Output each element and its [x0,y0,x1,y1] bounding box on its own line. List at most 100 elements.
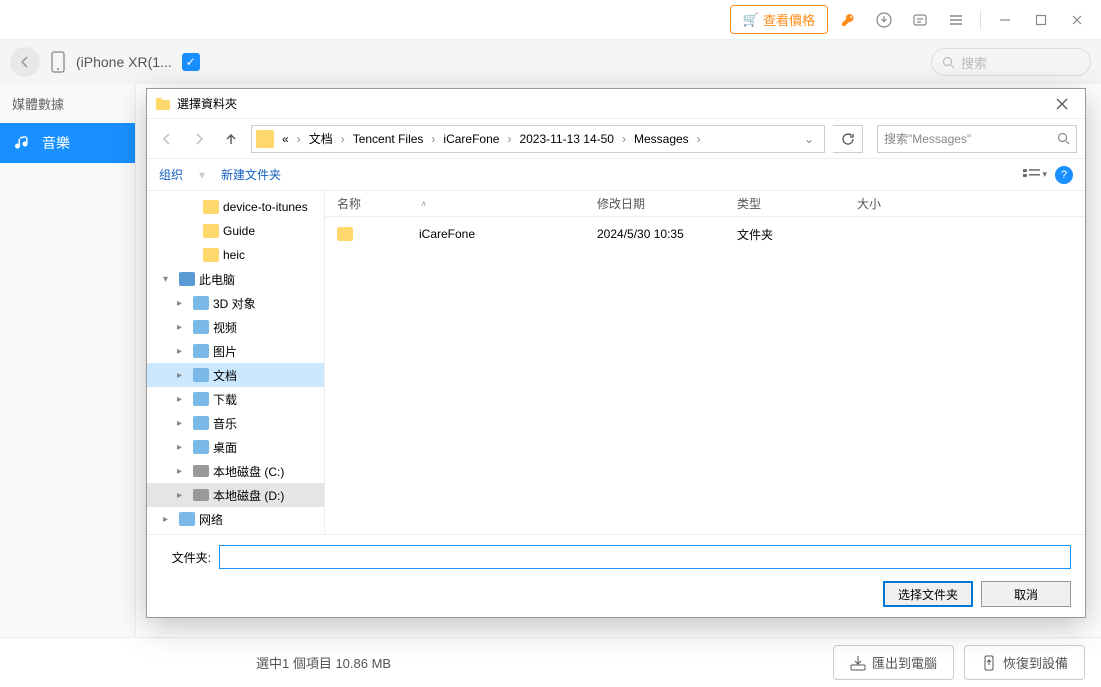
titlebar: 🛒 查看價格 [0,0,1101,40]
folder-icon [203,248,219,262]
col-type[interactable]: 类型 [737,195,857,212]
tree-item[interactable]: ▸图片 [147,339,324,363]
disk-icon [193,465,209,477]
dialog-body: device-to-itunes Guide heic ▾此电脑▸3D 对象▸视频▸图… [147,191,1085,534]
export-button[interactable]: 匯出到電腦 [833,645,954,680]
tree-item[interactable]: heic [147,243,324,267]
tree-label: 下载 [213,391,237,408]
music-label: 音樂 [42,133,70,153]
generic-icon [193,344,209,358]
dialog-close-button[interactable] [1047,89,1077,119]
file-panel: 名称 ˄ 修改日期 类型 大小 iCareFone2024/5/30 10:35文… [325,191,1085,534]
tree-item[interactable]: ▸视频 [147,315,324,339]
nav-back-button[interactable] [155,127,179,151]
cancel-button[interactable]: 取消 [981,581,1071,607]
new-folder-button[interactable]: 新建文件夹 [221,166,281,183]
tree-label: 桌面 [213,439,237,456]
tree-item[interactable]: ▸3D 对象 [147,291,324,315]
tree-item[interactable]: Guide [147,219,324,243]
tree-label: 视频 [213,319,237,336]
minimize-icon[interactable] [989,4,1021,36]
folder-picker-dialog: 選擇資料夾 «› 文档› Tencent Files› iCareFone› 2… [146,88,1086,618]
search-icon [942,56,955,69]
feedback-icon[interactable] [904,4,936,36]
folder-icon [203,200,219,214]
file-type: 文件夹 [737,226,857,243]
sort-icon: ˄ [421,199,426,209]
key-icon[interactable] [832,4,864,36]
search-placeholder: 搜索 [961,53,987,72]
tree-label: device-to-itunes [223,200,308,214]
view-mode-button[interactable]: ▾ [1023,165,1047,185]
restore-button[interactable]: 恢復到設備 [964,645,1085,680]
tree-label: 音乐 [213,415,237,432]
cart-icon: 🛒 [743,12,759,28]
restore-icon [981,655,997,671]
device-bar: (iPhone XR(1... ✓ 搜索 [0,40,1101,84]
breadcrumb-item[interactable]: 2023-11-13 14-50 [515,132,618,146]
main-search[interactable]: 搜索 [931,48,1091,76]
dialog-footer: 文件夹: 选择文件夹 取消 [147,534,1085,617]
tree-item[interactable]: ▸音乐 [147,411,324,435]
tree-item[interactable]: ▸下载 [147,387,324,411]
tree-label: 网络 [199,511,223,528]
status-text: 選中1 個項目 10.86 MB [256,653,391,672]
tree-item[interactable]: ▸文档 [147,363,324,387]
export-label: 匯出到電腦 [872,653,937,672]
tree-item[interactable]: ▸桌面 [147,435,324,459]
maximize-icon[interactable] [1025,4,1057,36]
breadcrumb-item[interactable]: Tencent Files [349,132,428,146]
generic-icon [193,392,209,406]
select-folder-button[interactable]: 选择文件夹 [883,581,973,607]
download-icon[interactable] [868,4,900,36]
dialog-icon [155,96,171,112]
breadcrumb-item[interactable]: iCareFone [439,132,503,146]
col-name[interactable]: 名称 [337,195,361,212]
bottom-bar: 選中1 個項目 10.86 MB 匯出到電腦 恢復到設備 [0,637,1101,687]
refresh-button[interactable] [833,125,863,153]
tree-item[interactable]: ▸网络 [147,507,324,531]
menu-icon[interactable] [940,4,972,36]
file-row[interactable]: iCareFone2024/5/30 10:35文件夹 [325,221,1085,247]
generic-icon [179,512,195,526]
nav-up-button[interactable] [219,127,243,151]
column-headers[interactable]: 名称 ˄ 修改日期 类型 大小 [325,191,1085,217]
col-date[interactable]: 修改日期 [597,195,737,212]
chevron-down-icon[interactable]: ⌄ [798,132,820,146]
tree-item[interactable]: ▸本地磁盘 (C:) [147,459,324,483]
left-sidebar: 媒體數據 音樂 [0,84,136,637]
tree-item[interactable]: ▾此电脑 [147,267,324,291]
organize-button[interactable]: 组织 [159,166,183,183]
folder-input[interactable] [219,545,1071,569]
breadcrumb[interactable]: «› 文档› Tencent Files› iCareFone› 2023-11… [251,125,825,153]
dialog-nav: «› 文档› Tencent Files› iCareFone› 2023-11… [147,119,1085,159]
tree-item[interactable]: device-to-itunes [147,195,324,219]
export-icon [850,655,866,671]
pc-icon [179,272,195,286]
back-button[interactable] [10,47,40,77]
breadcrumb-item[interactable]: Messages [630,132,693,146]
view-price-button[interactable]: 🛒 查看價格 [730,5,828,34]
breadcrumb-item[interactable]: 文档 [305,130,337,147]
dialog-search[interactable]: 搜索"Messages" [877,125,1077,153]
tree-label: heic [223,248,245,262]
generic-icon [193,440,209,454]
check-badge: ✓ [182,53,200,71]
generic-icon [193,416,209,430]
restore-label: 恢復到設備 [1003,653,1068,672]
breadcrumb-item[interactable]: « [278,132,293,146]
tree-label: Guide [223,224,255,238]
nav-forward-button[interactable] [187,127,211,151]
col-size[interactable]: 大小 [857,195,937,212]
help-icon[interactable]: ? [1055,166,1073,184]
close-icon[interactable] [1061,4,1093,36]
tree-label: 图片 [213,343,237,360]
generic-icon [193,296,209,310]
tree-item[interactable]: ▸本地磁盘 (D:) [147,483,324,507]
device-name: (iPhone XR(1... [76,54,172,70]
tree-label: 本地磁盘 (D:) [213,487,284,504]
file-list[interactable]: iCareFone2024/5/30 10:35文件夹 [325,217,1085,534]
sidebar-item-music[interactable]: 音樂 [0,123,135,163]
tree-label: 3D 对象 [213,295,256,312]
tree-panel[interactable]: device-to-itunes Guide heic ▾此电脑▸3D 对象▸视频▸图… [147,191,325,534]
